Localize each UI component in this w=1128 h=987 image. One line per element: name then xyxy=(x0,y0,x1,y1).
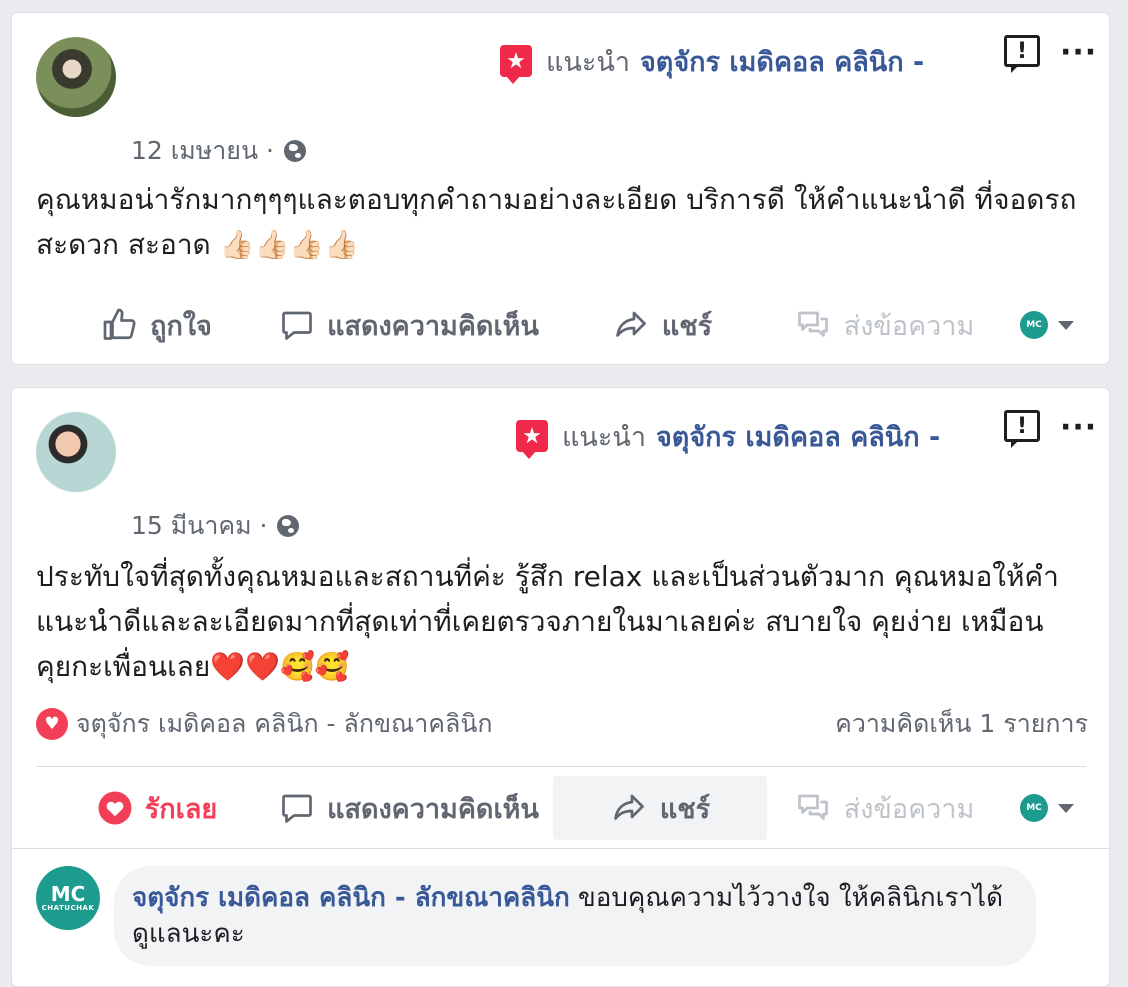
chevron-down-icon xyxy=(1058,320,1074,330)
reactions-bar: ♥ จตุจักร เมดิคอล คลินิก - ลักขณาคลินิก … xyxy=(36,704,1088,744)
comment-label: แสดงความคิดเห็น xyxy=(327,310,539,342)
comment-button[interactable]: แสดงความคิดเห็น xyxy=(264,776,554,840)
report-icon[interactable]: ! xyxy=(1004,35,1040,73)
comment-author-link[interactable]: จตุจักร เมดิคอล คลินิก - ลักขณาคลินิก xyxy=(132,883,570,913)
post-text-body: คุณหมอน่ารักมากๆๆๆและตอบทุกคำถามอย่างละเ… xyxy=(36,183,1077,261)
like-button[interactable]: ถูกใจ xyxy=(82,293,232,357)
reviewer-avatar[interactable] xyxy=(36,37,116,117)
chevron-down-icon xyxy=(1058,803,1074,813)
post-text: คุณหมอน่ารักมากๆๆๆและตอบทุกคำถามอย่างละเ… xyxy=(36,177,1096,267)
post-text-body: ประทับใจที่สุดทั้งคุณหมอและสถานที่ค่ะ รู… xyxy=(36,560,1059,683)
page-avatar-small: MC xyxy=(1020,794,1048,822)
post-date[interactable]: 15 มีนาคม · xyxy=(131,506,300,546)
post-emoji: 👍🏻👍🏻👍🏻👍🏻 xyxy=(219,228,360,261)
heart-icon xyxy=(97,790,133,826)
love-button[interactable]: รักเลย xyxy=(82,776,232,840)
divider xyxy=(12,848,1109,849)
comment-bubble: จตุจักร เมดิคอล คลินิก - ลักขณาคลินิก ขอ… xyxy=(114,866,1036,966)
share-button[interactable]: แชร์ xyxy=(553,776,767,840)
send-message-label: ส่งข้อความ xyxy=(843,310,975,342)
post-date-text: 12 เมษายน · xyxy=(131,136,274,165)
share-arrow-icon xyxy=(610,790,648,826)
share-button[interactable]: แชร์ xyxy=(592,293,732,357)
post-date[interactable]: 12 เมษายน · xyxy=(131,131,306,171)
reactions-by-text: จตุจักร เมดิคอล คลินิก - ลักขณาคลินิก xyxy=(76,709,493,738)
review-post-1: ★ แนะนำ จตุจักร เมดิคอล คลินิก - ! ··· 1… xyxy=(11,12,1110,365)
comment-bubble-icon xyxy=(279,307,315,343)
recommendation-line: ★ แนะนำ จตุจักร เมดิคอล คลินิก - xyxy=(500,40,924,84)
page-avatar-small: MC xyxy=(1020,311,1048,339)
recommend-star-icon: ★ xyxy=(516,420,548,459)
share-label: แชร์ xyxy=(659,793,711,825)
page-logo-text: CHATUCHAK xyxy=(41,904,95,912)
thumbs-up-icon xyxy=(102,307,138,343)
post-emoji: ❤️❤️🥰🥰 xyxy=(210,650,350,683)
recommendation-line: ★ แนะนำ จตุจักร เมดิคอล คลินิก - xyxy=(500,415,940,459)
reviewer-avatar[interactable] xyxy=(36,412,116,492)
more-options-icon[interactable]: ··· xyxy=(1060,413,1097,443)
review-post-2: ★ แนะนำ จตุจักร เมดิคอล คลินิก - ! ··· 1… xyxy=(11,387,1110,987)
comment-bubble-icon xyxy=(279,790,315,826)
post-as-selector[interactable]: MC xyxy=(1012,293,1082,357)
post-text: ประทับใจที่สุดทั้งคุณหมอและสถานที่ค่ะ รู… xyxy=(36,554,1066,689)
reactions-summary[interactable]: ♥ จตุจักร เมดิคอล คลินิก - ลักขณาคลินิก xyxy=(36,704,493,744)
post-date-text: 15 มีนาคม · xyxy=(131,511,268,540)
messages-icon xyxy=(794,790,832,826)
globe-icon xyxy=(283,140,306,162)
send-message-button[interactable]: ส่งข้อความ xyxy=(784,776,984,840)
post-actions: ถูกใจ แสดงความคิดเห็น แชร์ ส่งข้อความ MC xyxy=(12,293,1111,357)
love-label: รักเลย xyxy=(144,793,218,825)
recommend-star-icon: ★ xyxy=(500,45,532,84)
globe-icon xyxy=(277,515,300,537)
send-message-button[interactable]: ส่งข้อความ xyxy=(784,293,984,357)
divider xyxy=(36,766,1086,767)
page-name-link[interactable]: จตุจักร เมดิคอล คลินิก - xyxy=(640,40,924,83)
post-as-selector[interactable]: MC xyxy=(1012,776,1082,840)
more-options-icon[interactable]: ··· xyxy=(1060,38,1097,68)
page-name-link[interactable]: จตุจักร เมดิคอล คลินิก - xyxy=(656,415,940,458)
recommend-verb: แนะนำ xyxy=(546,46,630,78)
messages-icon xyxy=(794,307,832,343)
recommend-verb: แนะนำ xyxy=(562,421,646,453)
comment-button[interactable]: แสดงความคิดเห็น xyxy=(264,293,554,357)
post-actions: รักเลย แสดงความคิดเห็น แชร์ ส่งข้อความ M… xyxy=(12,776,1111,840)
like-label: ถูกใจ xyxy=(150,310,212,342)
share-arrow-icon xyxy=(612,307,650,343)
commenter-avatar[interactable]: MC CHATUCHAK xyxy=(36,866,100,930)
comment-label: แสดงความคิดเห็น xyxy=(327,793,539,825)
page-logo-mark: MC xyxy=(50,882,86,906)
share-label: แชร์ xyxy=(661,310,713,342)
send-message-label: ส่งข้อความ xyxy=(843,793,975,825)
comment-count[interactable]: ความคิดเห็น 1 รายการ xyxy=(835,704,1088,744)
report-icon[interactable]: ! xyxy=(1004,410,1040,448)
love-reaction-icon: ♥ xyxy=(36,708,68,740)
